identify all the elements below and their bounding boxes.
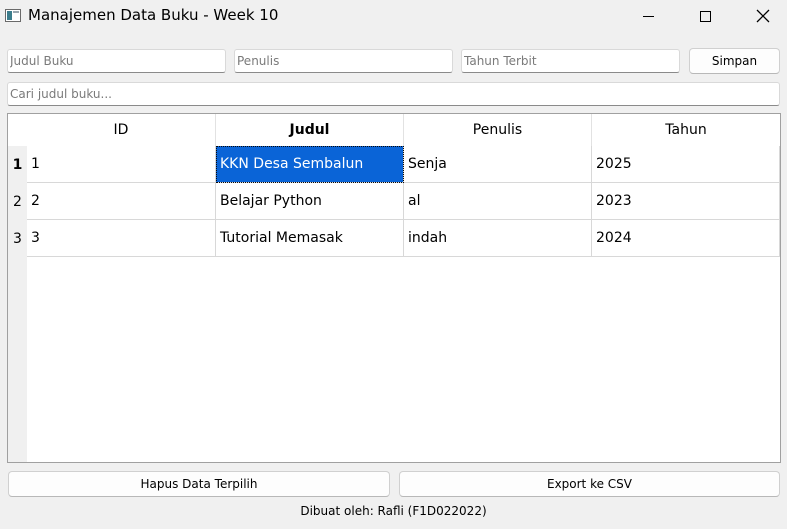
- column-header-tahun[interactable]: Tahun: [592, 114, 780, 146]
- cell-tahun[interactable]: 2025: [592, 146, 780, 183]
- cell-id[interactable]: 2: [27, 183, 216, 220]
- column-header-judul[interactable]: Judul: [216, 114, 404, 146]
- cell-judul[interactable]: Belajar Python: [216, 183, 404, 220]
- hapus-data-terpilih-button[interactable]: Hapus Data Terpilih: [8, 471, 390, 497]
- export-csv-button[interactable]: Export ke CSV: [399, 471, 780, 497]
- cell-penulis[interactable]: indah: [404, 220, 592, 257]
- row-header[interactable]: 2: [8, 183, 27, 220]
- cell-judul[interactable]: Tutorial Memasak: [216, 220, 404, 257]
- table-corner-button[interactable]: [8, 114, 27, 146]
- table-row[interactable]: 2 2 Belajar Python al 2023: [8, 183, 780, 220]
- app-window-icon: [5, 9, 21, 22]
- maximize-button[interactable]: [682, 0, 728, 32]
- column-header-id[interactable]: ID: [27, 114, 216, 146]
- book-table[interactable]: ID Judul Penulis Tahun 1 1 KKN Desa Semb…: [7, 113, 781, 463]
- cell-id[interactable]: 1: [27, 146, 216, 183]
- close-button[interactable]: [740, 0, 786, 32]
- row-header[interactable]: 3: [8, 220, 27, 257]
- penulis-input[interactable]: [234, 49, 453, 73]
- cell-id[interactable]: 3: [27, 220, 216, 257]
- maximize-icon: [699, 10, 711, 22]
- column-header-penulis[interactable]: Penulis: [404, 114, 592, 146]
- search-input[interactable]: [7, 82, 780, 106]
- simpan-button[interactable]: Simpan: [689, 48, 780, 74]
- cell-tahun[interactable]: 2024: [592, 220, 780, 257]
- footer-credit: Dibuat oleh: Rafli (F1D022022): [300, 504, 487, 518]
- minimize-button[interactable]: [625, 0, 671, 32]
- table-row[interactable]: 1 1 KKN Desa Sembalun Senja 2025: [8, 146, 780, 183]
- cell-penulis[interactable]: al: [404, 183, 592, 220]
- row-header[interactable]: 1: [8, 146, 27, 183]
- minimize-icon: [642, 15, 654, 17]
- tahun-terbit-input[interactable]: [461, 49, 680, 73]
- judul-input[interactable]: [7, 49, 226, 73]
- window-title: Manajemen Data Buku - Week 10: [28, 6, 279, 24]
- cell-penulis[interactable]: Senja: [404, 146, 592, 183]
- close-icon: [756, 9, 770, 23]
- cell-judul-selected[interactable]: KKN Desa Sembalun: [216, 146, 404, 183]
- table-row[interactable]: 3 3 Tutorial Memasak indah 2024: [8, 220, 780, 257]
- title-bar: Manajemen Data Buku - Week 10: [0, 0, 787, 32]
- cell-tahun[interactable]: 2023: [592, 183, 780, 220]
